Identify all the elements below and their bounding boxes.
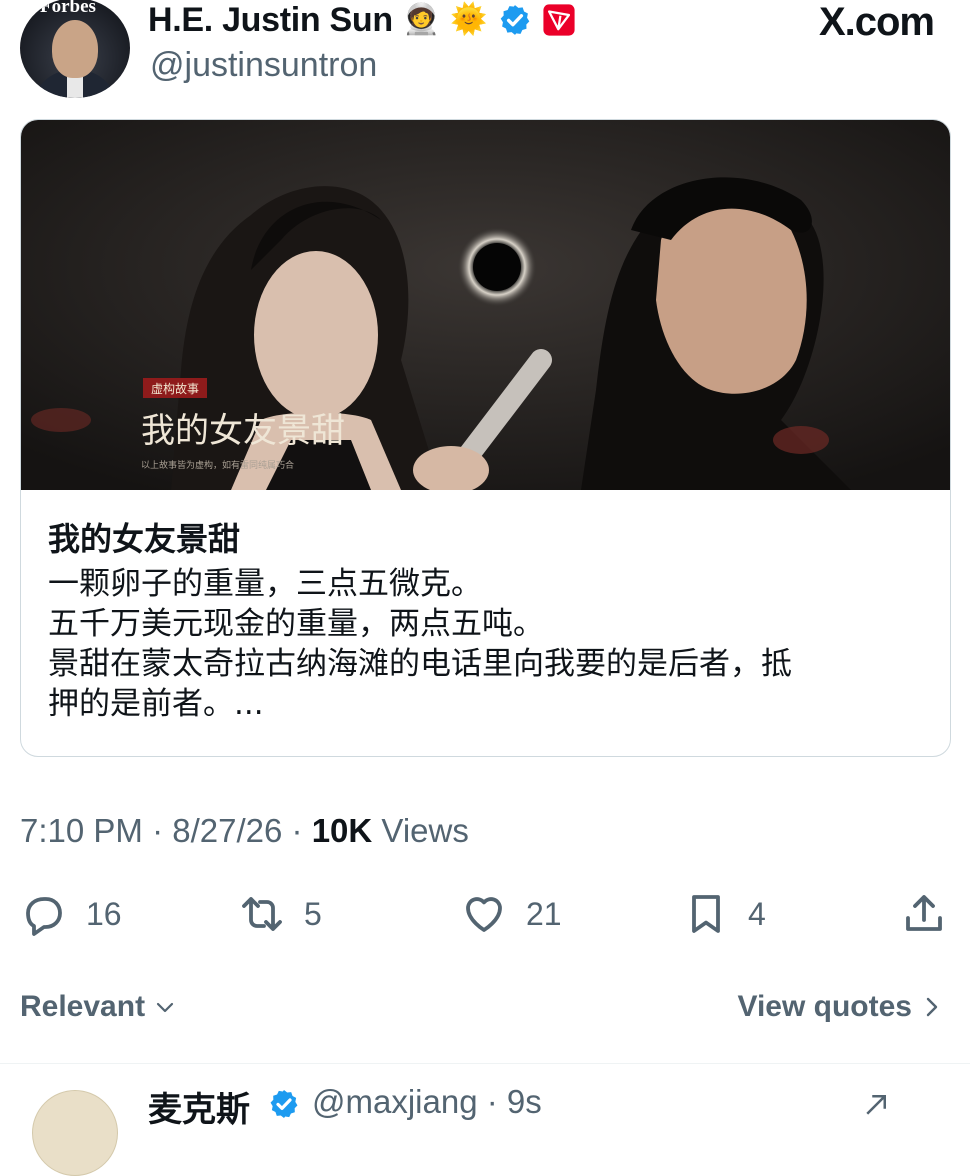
post-date[interactable]: 8/27/26 <box>172 812 282 849</box>
card-image-title: 我的女友景甜 <box>141 411 345 451</box>
avatar-forbes-logo: Forbes <box>40 0 96 17</box>
repost-count: 5 <box>304 895 322 932</box>
sun-emoji: 🌞 <box>450 2 488 37</box>
post-time[interactable]: 7:10 PM <box>20 812 143 849</box>
meta-separator: · <box>152 812 164 849</box>
bookmark-button[interactable]: 4 <box>682 890 766 938</box>
share-button[interactable] <box>900 890 948 938</box>
card-image-caption: 以上故事皆为虚构，如有雷同纯属巧合 <box>141 459 294 471</box>
action-bar: 16 5 21 4 <box>20 890 950 940</box>
site-watermark: X.com <box>818 0 935 44</box>
view-quotes-label: View quotes <box>737 990 913 1023</box>
tron-logo-icon <box>542 4 575 36</box>
bookmark-count: 4 <box>748 895 766 932</box>
reply-icon <box>26 897 62 936</box>
avatar-face <box>52 20 98 78</box>
chevron-down-icon <box>156 1002 174 1013</box>
reply-author-name[interactable]: 麦克斯 <box>148 1082 250 1131</box>
card-image-badge: 虚构故事 <box>151 381 199 396</box>
meta-separator: · <box>291 812 303 849</box>
repost-icon <box>242 897 282 931</box>
verified-badge-icon[interactable] <box>268 1088 300 1120</box>
astronaut-emoji: 🧑‍🚀 <box>402 2 441 37</box>
views-count[interactable]: 10K <box>312 812 373 849</box>
section-divider <box>0 1063 970 1064</box>
like-button[interactable]: 21 <box>460 890 562 938</box>
card-image: 虚构故事 我的女友景甜 以上故事皆为虚构，如有雷同纯属巧合 <box>21 120 950 490</box>
author-avatar[interactable]: Forbes <box>20 0 130 98</box>
verified-badge-icon[interactable] <box>498 3 532 37</box>
bookmark-icon <box>692 895 720 933</box>
share-icon <box>906 895 942 931</box>
card-desc-line: 押的是前者。... <box>48 686 264 722</box>
post-meta: 7:10 PM · 8/27/26 · 10K Views <box>20 812 469 850</box>
chevron-right-icon <box>926 997 938 1017</box>
reply-count: 16 <box>86 895 122 932</box>
author-name-row: H.E. Justin Sun 🧑‍🚀 🌞 <box>148 0 576 40</box>
author-name[interactable]: H.E. Justin Sun <box>148 1 393 40</box>
link-preview-card[interactable]: 虚构故事 我的女友景甜 以上故事皆为虚构，如有雷同纯属巧合 我的女友景甜 一颗卵… <box>20 119 951 757</box>
sort-dropdown[interactable]: Relevant <box>20 990 177 1024</box>
reply-button[interactable]: 16 <box>20 890 122 938</box>
author-handle[interactable]: @justinsuntron <box>150 46 377 85</box>
like-count: 21 <box>526 895 562 932</box>
card-desc-line: 景甜在蒙太奇拉古纳海滩的电话里向我要的是后者，抵 <box>48 646 792 682</box>
heart-icon <box>466 897 502 932</box>
sort-label: Relevant <box>20 990 146 1023</box>
repost-button[interactable]: 5 <box>238 890 322 938</box>
reply-author-avatar[interactable] <box>32 1090 118 1176</box>
card-title: 我的女友景甜 <box>48 520 241 558</box>
reply-author-handle[interactable]: @maxjiang · 9s <box>312 1083 542 1121</box>
card-description: 一颗卵子的重量，三点五微克。 五千万美元现金的重量，两点五吨。 景甜在蒙太奇拉古… <box>48 564 928 724</box>
views-label: Views <box>381 812 469 849</box>
view-quotes-link[interactable]: View quotes <box>738 990 943 1024</box>
grok-icon[interactable] <box>858 1090 894 1120</box>
card-desc-line: 一颗卵子的重量，三点五微克。 <box>48 566 482 602</box>
card-desc-line: 五千万美元现金的重量，两点五吨。 <box>48 606 544 642</box>
